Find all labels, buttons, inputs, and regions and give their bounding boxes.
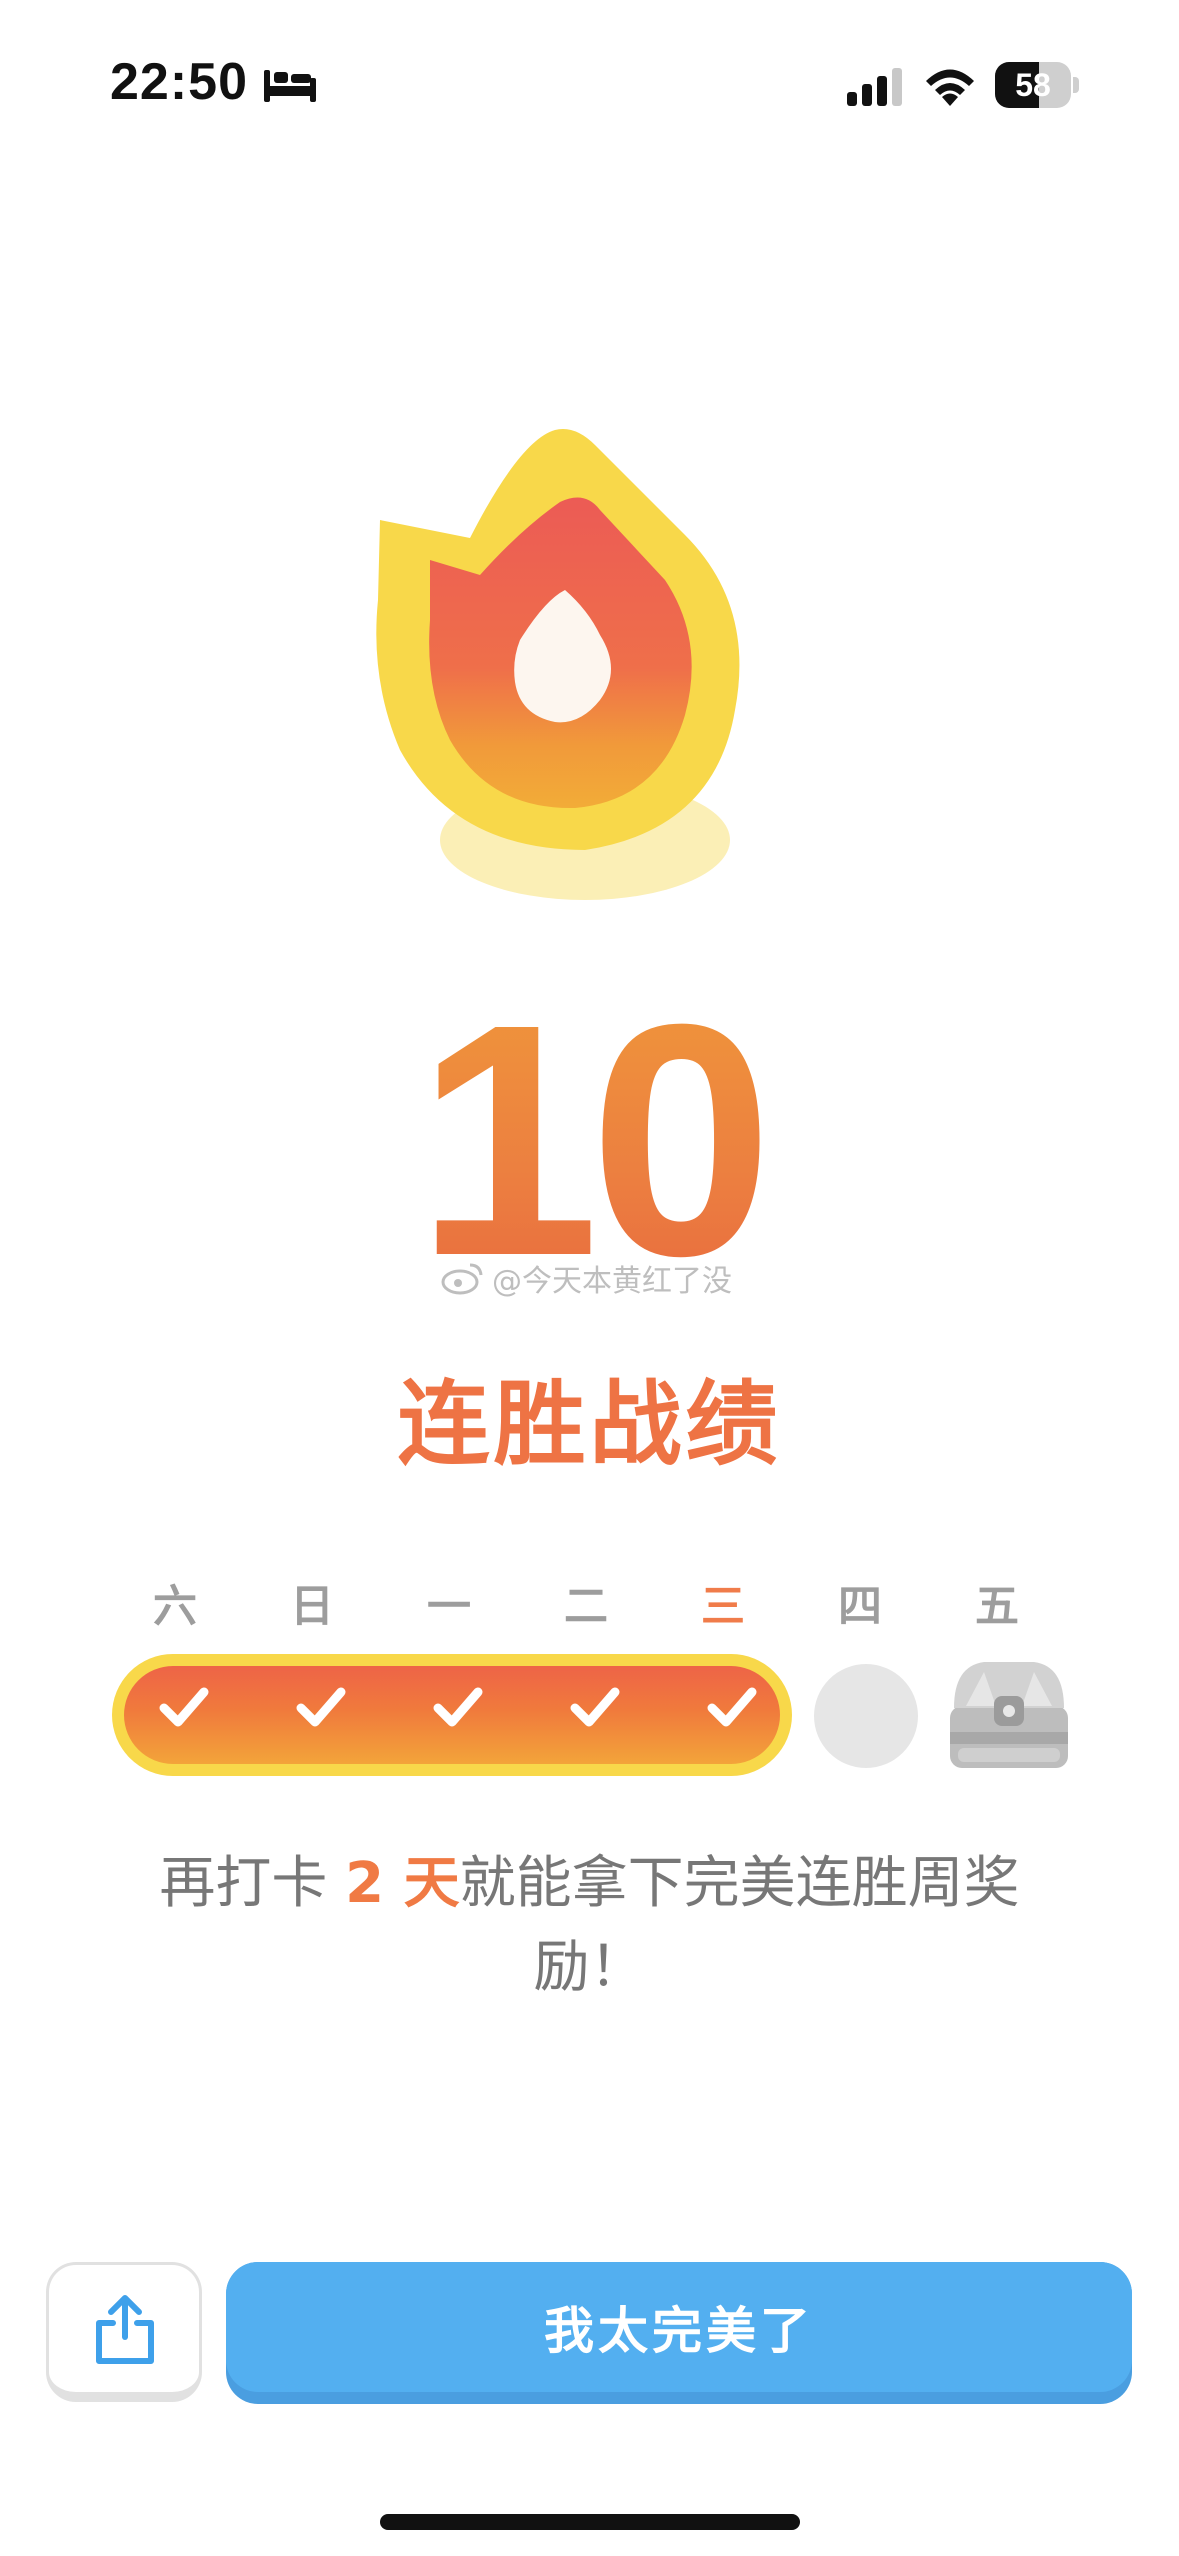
cellular-signal-icon <box>847 68 902 106</box>
message-prefix: 再打卡 <box>159 1851 346 1916</box>
home-indicator[interactable] <box>380 2514 800 2530</box>
check-icon <box>570 1687 620 1727</box>
streak-message: 再打卡 2 天就能拿下完美连胜周奖励！ <box>150 1842 1029 2010</box>
weekday-label: 四 <box>838 1581 882 1632</box>
check-icon <box>159 1687 209 1727</box>
watermark-text: @今天本黄红了没 <box>492 1264 732 1299</box>
check-icon <box>707 1687 757 1727</box>
weekday-label-today: 三 <box>701 1581 745 1632</box>
weekday-label: 一 <box>427 1581 471 1632</box>
weibo-icon <box>441 1263 483 1295</box>
weekday-label: 五 <box>975 1581 1019 1632</box>
weekday-label: 日 <box>290 1581 334 1632</box>
bed-icon <box>264 70 316 102</box>
battery-icon: 58 <box>995 62 1079 108</box>
message-suffix: 就能拿下完美连胜周奖励！ <box>459 1851 1020 2000</box>
message-days-remaining: 2 天 <box>345 1851 460 1916</box>
confirm-button[interactable]: 我太完美了 <box>226 2262 1132 2404</box>
pending-day-circle <box>814 1664 918 1768</box>
weekday-labels: 六 日 一 二 三 四 五 <box>130 1570 1080 1632</box>
share-button[interactable] <box>46 2262 202 2402</box>
battery-level: 58 <box>1015 67 1051 103</box>
status-bar: 22:50 58 <box>0 0 1179 170</box>
weekday-label: 六 <box>153 1581 197 1632</box>
status-time: 22:50 <box>110 53 248 111</box>
wifi-icon <box>926 69 974 106</box>
streak-progress-bar <box>112 1654 792 1776</box>
check-icon <box>433 1687 483 1727</box>
streak-flame-icon <box>376 429 740 900</box>
check-icon <box>296 1687 346 1727</box>
share-icon <box>96 2295 154 2364</box>
treasure-chest-icon <box>950 1662 1068 1768</box>
watermark: @今天本黄红了没 <box>440 1258 732 1299</box>
weekday-label: 二 <box>564 1581 608 1632</box>
confirm-button-label: 我太完美了 <box>226 2262 1132 2392</box>
streak-title: 连胜战绩 <box>397 1371 782 1478</box>
